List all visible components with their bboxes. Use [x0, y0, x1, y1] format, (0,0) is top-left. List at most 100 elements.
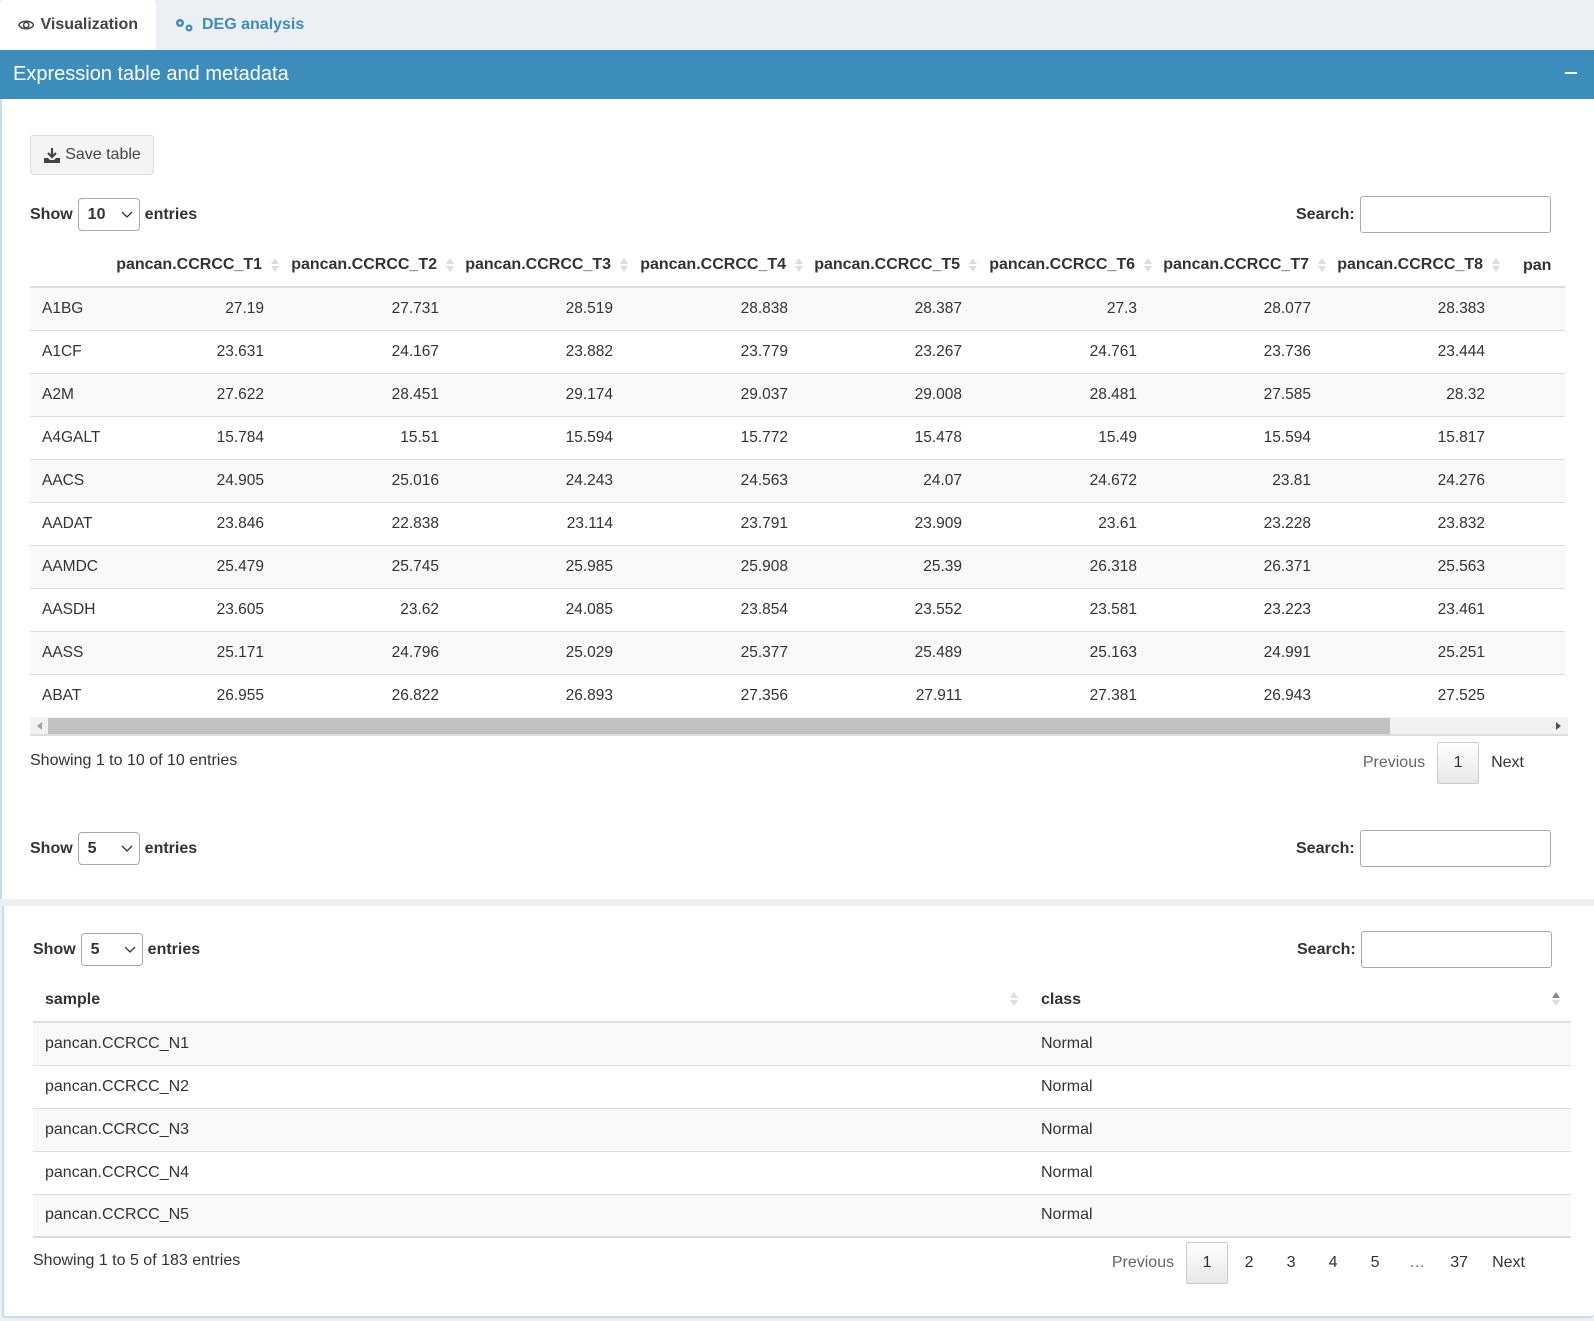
table-cell	[1511, 372, 1565, 416]
table-row[interactable]: pancan.CCRCC_N4 Normal	[33, 1150, 1571, 1194]
table-cell: 28.32	[1337, 372, 1511, 416]
tab-deg-analysis[interactable]: DEG analysis	[156, 0, 322, 50]
table-cell: 27.525	[1337, 673, 1511, 715]
column-header-label: sample	[45, 990, 101, 1008]
column-header[interactable]: pancan.CCRCC_T7	[1163, 245, 1337, 288]
horizontal-scrollbar[interactable]	[30, 717, 1568, 736]
table-row[interactable]: AACS 24.905 25.016 24.243 24.563 24.07 24.672 2…	[30, 458, 1565, 502]
save-table-button[interactable]: Save table	[30, 135, 154, 175]
row-name-cell: AADAT	[30, 501, 116, 545]
column-header-label: pancan.CCRCC_T2	[291, 256, 437, 274]
table-cell: 23.581	[988, 587, 1163, 631]
search-input[interactable]	[1359, 196, 1551, 233]
column-header[interactable]: pancan.CCRCC_T6	[988, 245, 1163, 288]
search-input[interactable]	[1360, 931, 1552, 968]
column-header[interactable]: pan	[1511, 245, 1565, 288]
column-header[interactable]: pancan.CCRCC_T5	[814, 245, 988, 288]
column-header-label: class	[1041, 990, 1082, 1008]
previous-page-button[interactable]: Previous	[1100, 1242, 1186, 1284]
table-cell: 26.371	[1163, 544, 1337, 588]
table-row[interactable]: pancan.CCRCC_N3 Normal	[33, 1107, 1571, 1151]
table-row[interactable]: AASDH 23.605 23.62 24.085 23.854 23.552 23.581…	[30, 587, 1565, 631]
eye-icon	[18, 20, 35, 30]
table-cell: 24.085	[465, 587, 639, 631]
table-cell: 28.519	[465, 286, 639, 330]
sort-icon	[1143, 256, 1153, 274]
page-button[interactable]: 1	[1186, 1242, 1229, 1284]
page-button[interactable]: 4	[1312, 1242, 1354, 1284]
cogs-icon	[176, 19, 193, 32]
table-row[interactable]: pancan.CCRCC_N1 Normal	[33, 1021, 1571, 1065]
entries-select[interactable]: 5	[77, 832, 140, 865]
table-row[interactable]: AASS 25.171 24.796 25.029 25.377 25.489 25.163…	[30, 630, 1565, 674]
table-cell: 29.008	[814, 372, 988, 416]
column-header-label: pancan.CCRCC_T7	[1163, 256, 1309, 274]
table-row[interactable]: AAMDC 25.479 25.745 25.985 25.908 25.39 26.318…	[30, 544, 1565, 588]
column-header-label: pancan.CCRCC_T4	[640, 256, 786, 274]
chevron-down-icon	[121, 211, 133, 218]
table-cell: 25.908	[639, 544, 814, 588]
column-header[interactable]: pancan.CCRCC_T1	[116, 245, 290, 288]
pagination-ellipsis[interactable]: …	[1396, 1242, 1438, 1284]
scrollbar-thumb[interactable]	[48, 718, 1390, 734]
sort-icon	[445, 256, 455, 274]
table-row[interactable]: pancan.CCRCC_N5 Normal	[33, 1193, 1571, 1238]
table-cell: 25.985	[465, 544, 639, 588]
column-header[interactable]: pancan.CCRCC_T2	[290, 245, 465, 288]
column-header[interactable]: pancan.CCRCC_T3	[465, 245, 639, 288]
entries-select[interactable]: 10	[77, 198, 140, 231]
search-input[interactable]	[1359, 830, 1551, 867]
page-button[interactable]: 3	[1270, 1242, 1312, 1284]
table-cell: 29.174	[465, 372, 639, 416]
class-cell: Normal	[1029, 1107, 1571, 1151]
scroll-right-arrow-icon[interactable]	[1556, 722, 1561, 730]
page-button[interactable]: 2	[1228, 1242, 1270, 1284]
next-page-button[interactable]: Next	[1479, 742, 1536, 784]
table-cell: 24.276	[1337, 458, 1511, 502]
next-page-button[interactable]: Next	[1480, 1242, 1537, 1284]
tab-visualization[interactable]: Visualization	[0, 0, 156, 50]
table-cell: 26.943	[1163, 673, 1337, 715]
page-button[interactable]: 37	[1438, 1242, 1480, 1284]
table-cell	[1511, 329, 1565, 373]
column-header-rownames[interactable]	[30, 245, 116, 288]
empty-table-length-control: Show 5 entries	[30, 832, 197, 865]
row-name-cell: AAMDC	[30, 544, 116, 588]
table-cell: 15.49	[988, 415, 1163, 459]
table-row[interactable]: A1CF 23.631 24.167 23.882 23.779 23.267 24.761…	[30, 329, 1565, 373]
column-header[interactable]: pancan.CCRCC_T8	[1337, 245, 1511, 288]
table-cell: 23.461	[1337, 587, 1511, 631]
table-cell: 15.478	[814, 415, 988, 459]
table-row[interactable]: ABAT 26.955 26.822 26.893 27.356 27.911 27.381…	[30, 673, 1565, 715]
table-cell: 23.552	[814, 587, 988, 631]
page-button[interactable]: 5	[1354, 1242, 1396, 1284]
page-button[interactable]: 1	[1437, 742, 1480, 784]
row-name-cell: A1CF	[30, 329, 116, 373]
table-row[interactable]: A1BG 27.19 27.731 28.519 28.838 28.387 27.3 28.…	[30, 286, 1565, 330]
table-row[interactable]: pancan.CCRCC_N2 Normal	[33, 1064, 1571, 1108]
entries-select[interactable]: 5	[80, 933, 143, 966]
scroll-left-arrow-icon[interactable]	[37, 722, 42, 730]
previous-page-button[interactable]: Previous	[1351, 742, 1437, 784]
column-header[interactable]: pancan.CCRCC_T4	[639, 245, 814, 288]
table-cell: 27.585	[1163, 372, 1337, 416]
search-label: Search:	[1296, 205, 1355, 223]
row-name-cell: A2M	[30, 372, 116, 416]
table-cell: 23.736	[1163, 329, 1337, 373]
table-cell: 27.19	[116, 286, 290, 330]
column-header-class[interactable]: class	[1029, 978, 1571, 1023]
table-row[interactable]: AADAT 23.846 22.838 23.114 23.791 23.909 23.61…	[30, 501, 1565, 545]
minus-icon[interactable]	[1562, 64, 1580, 82]
table-cell: 24.243	[465, 458, 639, 502]
table-row[interactable]: A4GALT 15.784 15.51 15.594 15.772 15.478 15.49…	[30, 415, 1565, 459]
table-cell: 23.846	[116, 501, 290, 545]
show-label: Show	[33, 940, 76, 958]
column-header-label: pancan.CCRCC_T3	[465, 256, 611, 274]
entries-value: 5	[87, 839, 97, 857]
table-row[interactable]: A2M 27.622 28.451 29.174 29.037 29.008 28.481 2…	[30, 372, 1565, 416]
table-cell: 23.444	[1337, 329, 1511, 373]
table-cell: 15.772	[639, 415, 814, 459]
sort-icon	[619, 256, 629, 274]
sample-cell: pancan.CCRCC_N3	[33, 1107, 1029, 1151]
column-header-sample[interactable]: sample	[33, 978, 1029, 1023]
